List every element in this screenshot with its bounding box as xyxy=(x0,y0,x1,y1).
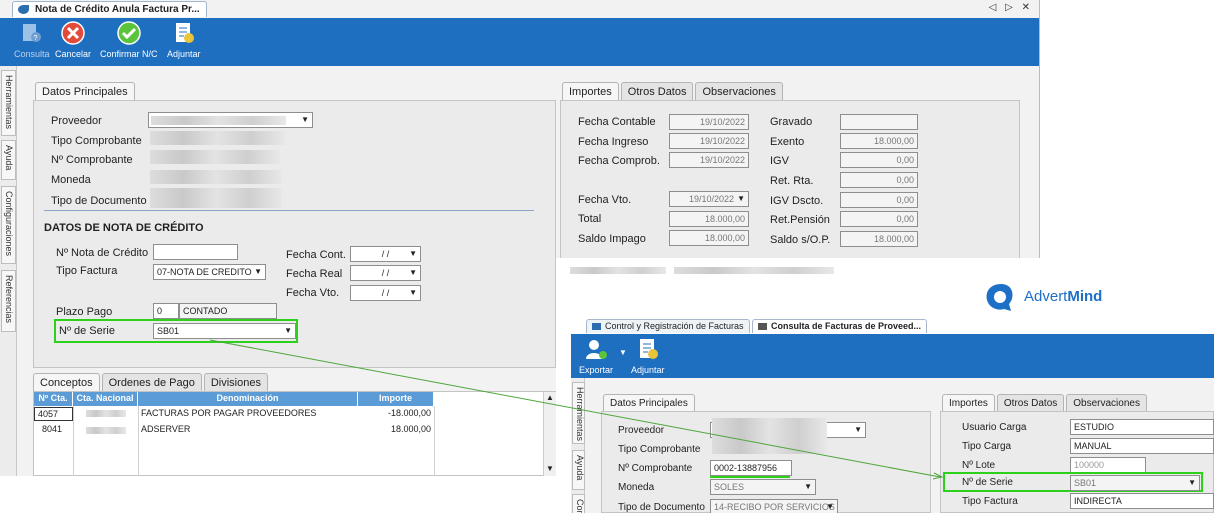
serie-connector-line xyxy=(209,339,941,478)
connector-overlay xyxy=(209,339,944,480)
